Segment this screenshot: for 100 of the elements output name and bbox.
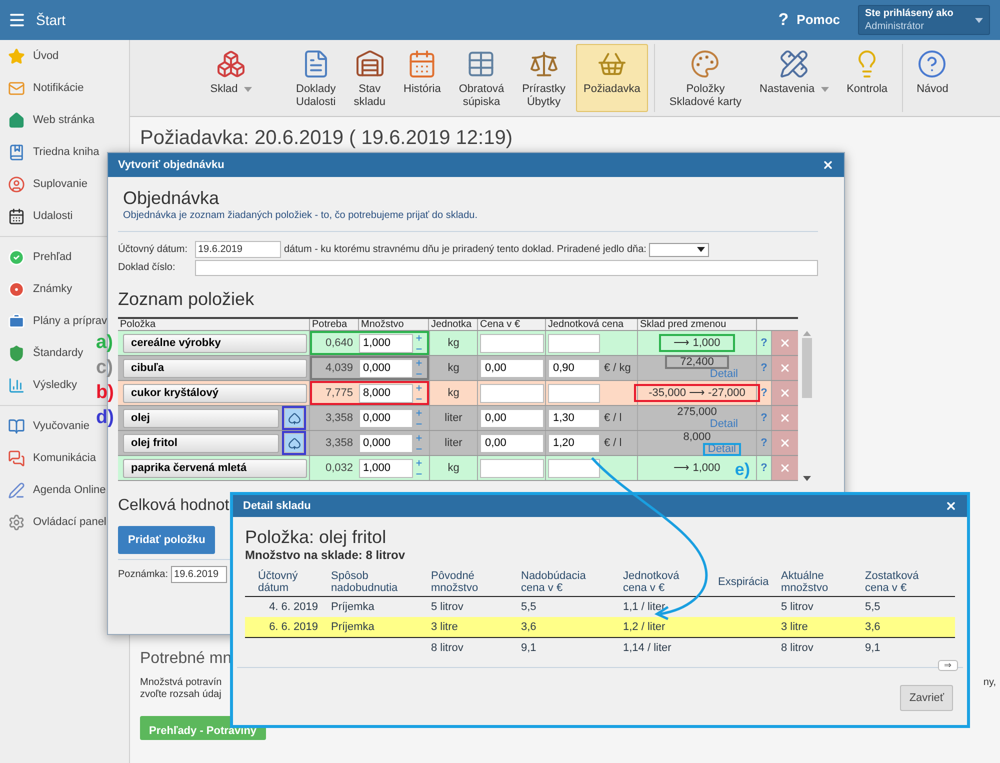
quantity-field[interactable]: 0,000 <box>359 434 413 452</box>
pencil-ruler-icon <box>779 49 810 79</box>
remove-button[interactable] <box>772 381 798 405</box>
toolbar-button[interactable]: Požiadavka <box>576 44 648 112</box>
help-link[interactable]: ? <box>760 334 768 352</box>
help-link[interactable]: ? Pomoc <box>778 7 840 33</box>
quantity-field[interactable]: 0,000 <box>359 408 413 428</box>
item-name-button[interactable]: olej fritol <box>123 434 279 452</box>
price-field[interactable]: 0,00 <box>480 408 544 428</box>
unit-price-field[interactable] <box>548 334 600 352</box>
unit-price-field[interactable]: 1,20 <box>548 434 600 452</box>
table-cell: Príjemka <box>331 600 374 613</box>
sidebar-item[interactable]: Úvod <box>0 40 59 72</box>
toolbar-button[interactable]: Kontrola <box>838 44 896 112</box>
table-row[interactable]: 4. 6. 2019 Príjemka 5 litrov 5,5 1,1 / liter 5 litrov 5,5 <box>245 597 955 617</box>
date-field[interactable]: 19.6.2019 <box>195 241 281 258</box>
close-icon[interactable] <box>822 159 834 171</box>
column-header: Cena v € <box>478 319 546 330</box>
unit-price-field[interactable]: 1,30 <box>548 408 600 428</box>
page-title: Požiadavka: 20.6.2019 ( 19.6.2019 12:19) <box>140 126 514 150</box>
paragraph-line: ny, <box>983 677 996 690</box>
plus-icon[interactable] <box>415 384 423 392</box>
plus-icon[interactable] <box>415 358 423 366</box>
document-number-field[interactable] <box>195 260 818 276</box>
scroll-down-icon[interactable] <box>803 476 811 481</box>
column-header: Sklad pred zmenou <box>638 319 757 330</box>
unit-price-field[interactable] <box>548 384 600 402</box>
sidebar-item[interactable]: Prehľad <box>0 241 72 273</box>
price-field[interactable] <box>480 458 544 478</box>
column-header: Zostatková cena v € <box>865 570 919 594</box>
sidebar-item[interactable]: Udalosti <box>0 200 73 232</box>
sidebar-item[interactable]: Výsledky <box>0 369 78 401</box>
quantity-field[interactable]: 1,000 <box>359 458 413 478</box>
toolbar-button[interactable]: Doklady Udalosti <box>288 44 344 112</box>
sidebar-item[interactable]: Štandardy <box>0 337 84 369</box>
toolbar-button[interactable]: Obratová súpiska <box>450 44 512 112</box>
column-header: Jednotka <box>429 319 478 330</box>
sidebar-item[interactable]: Vyučovanie <box>0 410 90 442</box>
item-name-button[interactable]: olej <box>123 408 279 428</box>
item-name-button[interactable]: cibuľa <box>123 358 307 378</box>
unit-price-field[interactable]: 0,90 <box>548 358 600 378</box>
menu-icon[interactable] <box>8 11 26 29</box>
unit-price-field[interactable] <box>548 458 600 478</box>
plus-icon[interactable] <box>415 408 423 416</box>
price-field[interactable]: 0,00 <box>480 434 544 452</box>
envelope-icon <box>8 80 25 96</box>
table-row[interactable]: 6. 6. 2019 Príjemka 3 litre 3,6 1,2 / liter 3 litre 3,6 <box>245 617 955 637</box>
toolbar-button[interactable]: Prírastky Úbytky <box>514 44 574 112</box>
note-field[interactable]: 19.6.2019 <box>171 566 228 583</box>
scroll-up-icon[interactable] <box>803 331 811 336</box>
table-cell-text: 0,640 <box>324 336 354 351</box>
scrollbar[interactable] <box>801 331 813 481</box>
toolbar-button[interactable]: Nastavenia <box>752 44 837 112</box>
annotation-label: e) <box>734 461 750 479</box>
sidebar-item[interactable]: Suplovanie <box>0 168 88 200</box>
field-label: Účtovný dátum: <box>118 242 188 257</box>
table-cell: 3 litre <box>781 620 808 633</box>
price-field[interactable]: 0,00 <box>480 358 544 378</box>
quantity-field[interactable]: 1,000 <box>359 334 413 352</box>
plus-icon[interactable] <box>415 334 423 342</box>
sidebar-item[interactable]: Ovládací panel <box>0 506 106 538</box>
toolbar-button[interactable]: Stav skladu <box>346 44 394 112</box>
scroll-right-button[interactable]: ⇒ <box>938 660 958 671</box>
table-cell: 9,1 <box>521 642 536 654</box>
help-link[interactable]: ? <box>760 460 768 476</box>
remove-button[interactable] <box>772 331 798 355</box>
sidebar-item[interactable]: Komunikácia <box>0 442 96 474</box>
close-button[interactable]: Zavrieť <box>900 685 953 711</box>
sidebar-item[interactable]: Známky <box>0 273 72 305</box>
dish-select[interactable] <box>649 242 710 256</box>
price-field[interactable] <box>480 384 544 402</box>
toolbar-button[interactable]: História <box>396 44 449 112</box>
briefcase-icon <box>8 312 25 330</box>
remove-button[interactable] <box>772 431 798 455</box>
quantity-field[interactable]: 0,000 <box>359 358 413 378</box>
item-name-button[interactable]: cukor kryštálový <box>123 384 307 402</box>
sidebar-item[interactable]: Notifikácie <box>0 72 84 104</box>
remove-button[interactable] <box>772 356 798 380</box>
toolbar-button[interactable]: Návod <box>908 44 956 112</box>
add-item-button[interactable]: Pridať položku <box>118 526 216 554</box>
table-cell: 4. 6. 2019 <box>269 600 318 613</box>
toolbar-button[interactable]: Položky Skladové karty <box>661 44 750 112</box>
table-cell-text: 3,358 <box>324 410 354 426</box>
table-cell: 9,1 <box>865 642 880 654</box>
sidebar-item[interactable]: Agenda Online <box>0 474 106 506</box>
price-field[interactable] <box>480 334 544 352</box>
remove-button[interactable] <box>772 456 798 480</box>
item-name-button[interactable]: cereálne výrobky <box>123 334 307 352</box>
quantity-field[interactable]: 8,000 <box>359 384 413 402</box>
plus-icon[interactable] <box>415 458 423 466</box>
dialog-heading: Objednávka <box>123 188 220 209</box>
user-menu[interactable]: Ste prihlásený ako Administrátor <box>858 5 990 35</box>
plus-icon[interactable] <box>415 434 423 442</box>
toolbar-button[interactable]: Sklad <box>176 44 286 112</box>
close-icon[interactable] <box>945 500 957 512</box>
item-name-button[interactable]: paprika červená mletá <box>123 458 307 478</box>
sidebar-item[interactable]: Web stránka <box>0 104 95 136</box>
remove-button[interactable] <box>772 406 798 430</box>
column-header: Položka <box>118 319 310 330</box>
sidebar-item[interactable]: Triedna kniha <box>0 136 100 168</box>
